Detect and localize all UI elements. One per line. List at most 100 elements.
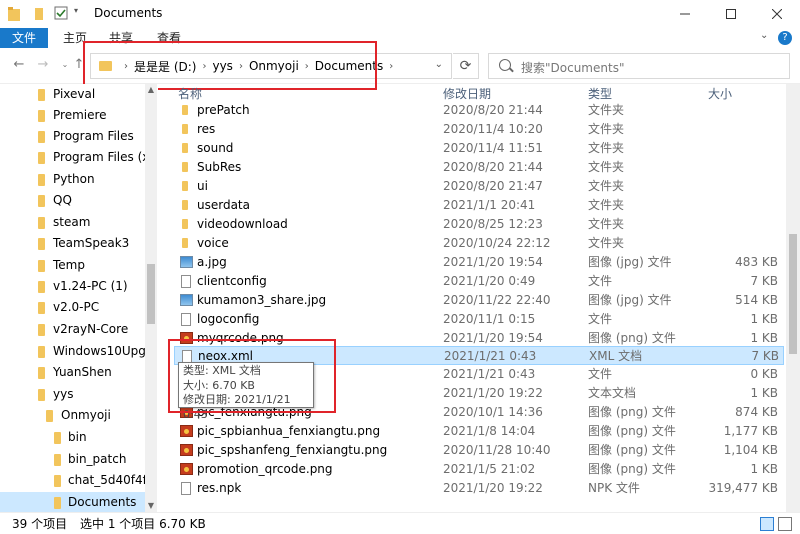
file-highlight-box <box>168 339 336 413</box>
folder-icon <box>38 152 45 164</box>
png-file-icon <box>180 444 193 456</box>
address-highlight-box <box>83 41 377 90</box>
refresh-button[interactable]: ⟳ <box>453 53 479 79</box>
folder-icon <box>38 346 45 358</box>
folder-icon <box>38 174 45 186</box>
large-icons-view-icon[interactable] <box>778 517 792 531</box>
folder-icon <box>182 200 188 210</box>
window-title: Documents <box>94 6 163 20</box>
folder-icon <box>54 454 61 466</box>
sidebar-item-program-files-x86[interactable]: Program Files (x86) <box>0 147 145 168</box>
sidebar-scrollbar[interactable]: ▲ ▼ <box>145 84 157 512</box>
sidebar-item-program-files[interactable]: Program Files <box>0 126 145 147</box>
file-list-scrollbar[interactable] <box>786 84 800 512</box>
file-row[interactable]: clientconfig 2021/1/20 0:49 文件 7 KB <box>174 272 784 291</box>
file-icon <box>181 482 191 495</box>
sidebar-item-chat[interactable]: chat_5d40f4fb5 <box>0 470 145 491</box>
folder-icon <box>182 105 188 115</box>
sidebar-item-steam[interactable]: steam <box>0 212 145 233</box>
selection-info: 选中 1 个项目 6.70 KB <box>80 517 206 531</box>
sidebar-item-python[interactable]: Python <box>0 169 145 190</box>
properties-icon[interactable] <box>34 7 44 21</box>
file-row[interactable]: voice 2020/10/24 22:12 文件夹 <box>174 234 784 253</box>
file-row[interactable]: pic_spbianhua_fenxiangtu.png 2021/1/8 14:… <box>174 422 784 441</box>
chevron-right-icon[interactable]: › <box>389 61 393 72</box>
help-icon[interactable]: ? <box>778 31 792 45</box>
search-placeholder: 搜索"Documents" <box>521 61 625 75</box>
file-list: 名称 修改日期 类型 大小 prePatch 2020/8/20 21:44 文件夹… <box>162 84 786 512</box>
folder-icon <box>38 238 45 250</box>
folder-icon <box>38 389 45 401</box>
file-row[interactable]: sound 2020/11/4 11:51 文件夹 <box>174 139 784 158</box>
sidebar-item-premiere[interactable]: Premiere <box>0 105 145 126</box>
file-row[interactable]: pic_spshanfeng_fenxiangtu.png 2020/11/28 … <box>174 441 784 460</box>
sidebar-item-qq[interactable]: QQ <box>0 190 145 211</box>
scroll-down-icon[interactable]: ▼ <box>145 500 157 512</box>
back-arrow-icon[interactable]: ← <box>10 56 28 74</box>
file-row[interactable]: kumamon3_share.jpg 2020/11/22 22:40 图像 (jp… <box>174 291 784 310</box>
png-file-icon <box>180 425 193 437</box>
sidebar-item-yys[interactable]: yys <box>0 384 145 405</box>
sidebar-item-documents[interactable]: Documents <box>0 492 145 512</box>
file-row[interactable]: videodownload 2020/8/25 12:23 文件夹 <box>174 215 784 234</box>
expand-ribbon-icon[interactable]: ⌄ <box>760 30 768 41</box>
new-folder-icon[interactable] <box>54 6 68 20</box>
sidebar-item-teamspeak3[interactable]: TeamSpeak3 <box>0 233 145 254</box>
sidebar-item-bin-patch[interactable]: bin_patch <box>0 449 145 470</box>
sidebar-item-pixeval[interactable]: Pixeval <box>0 84 145 105</box>
status-bar: 39 个项目 选中 1 个项目 6.70 KB <box>0 512 800 534</box>
sidebar-item-yuanshen[interactable]: YuanShen <box>0 362 145 383</box>
search-input[interactable]: 搜索"Documents" <box>488 53 790 79</box>
quick-access-dropdown-icon[interactable]: ▾ <box>74 6 78 22</box>
sidebar-item-v124-pc[interactable]: v1.24-PC (1) <box>0 276 145 297</box>
folder-icon <box>38 260 45 272</box>
sidebar-item-temp[interactable]: Temp <box>0 255 145 276</box>
folder-icon <box>38 195 45 207</box>
image-file-icon <box>180 256 193 268</box>
folder-icon <box>182 238 188 248</box>
sidebar-scroll-thumb[interactable] <box>147 264 155 324</box>
file-row[interactable]: res.npk 2021/1/20 19:22 NPK 文件 319,477 KB <box>174 479 784 498</box>
minimize-button[interactable] <box>662 0 708 28</box>
scroll-up-icon[interactable]: ▲ <box>145 84 157 96</box>
folder-icon <box>182 162 188 172</box>
file-row[interactable]: prePatch 2020/8/20 21:44 文件夹 <box>174 101 784 120</box>
sidebar-item-onmyoji[interactable]: Onmyoji <box>0 405 145 426</box>
sidebar-item-windows10upgrade[interactable]: Windows10Upgrade <box>0 341 145 362</box>
folder-icon <box>38 367 45 379</box>
file-row[interactable]: SubRes 2020/8/20 21:44 文件夹 <box>174 158 784 177</box>
file-row[interactable]: res 2020/11/4 10:20 文件夹 <box>174 120 784 139</box>
folder-icon <box>54 497 61 509</box>
file-icon <box>181 313 191 326</box>
folder-icon <box>38 89 45 101</box>
search-icon <box>499 59 511 71</box>
file-row[interactable]: userdata 2021/1/1 20:41 文件夹 <box>174 196 784 215</box>
folder-icon <box>38 131 45 143</box>
sidebar-item-v2rayn-core[interactable]: v2rayN-Core <box>0 319 145 340</box>
tab-file[interactable]: 文件 <box>0 28 48 48</box>
file-row[interactable]: logoconfig 2020/11/1 0:15 文件 1 KB <box>174 310 784 329</box>
sidebar-item-bin[interactable]: bin <box>0 427 145 448</box>
folder-icon <box>54 432 61 444</box>
details-view-icon[interactable] <box>760 517 774 531</box>
file-row[interactable]: a.jpg 2021/1/20 19:54 图像 (jpg) 文件 483 KB <box>174 253 784 272</box>
forward-arrow-icon[interactable]: → <box>34 56 52 74</box>
file-list-scroll-thumb[interactable] <box>789 234 797 354</box>
file-row[interactable]: ui 2020/8/20 21:47 文件夹 <box>174 177 784 196</box>
navigation-pane: Pixeval Premiere Program Files Program F… <box>0 84 158 512</box>
image-file-icon <box>180 294 193 306</box>
item-count: 39 个项目 <box>12 517 68 531</box>
folder-icon <box>38 324 45 336</box>
sidebar-item-v20-pc[interactable]: v2.0-PC <box>0 297 145 318</box>
file-icon <box>181 275 191 288</box>
maximize-button[interactable] <box>708 0 754 28</box>
close-button[interactable] <box>754 0 800 28</box>
folder-icon <box>38 281 45 293</box>
file-row[interactable]: promotion_qrcode.png 2021/1/5 21:02 图像 (pn… <box>174 460 784 479</box>
title-bar: ▾ Documents <box>0 0 800 28</box>
address-history-dropdown-icon[interactable]: ⌄ <box>435 59 443 70</box>
folder-icon <box>38 110 45 122</box>
folder-icon <box>46 410 53 422</box>
folder-icon <box>38 302 45 314</box>
folder-icon <box>182 219 188 229</box>
